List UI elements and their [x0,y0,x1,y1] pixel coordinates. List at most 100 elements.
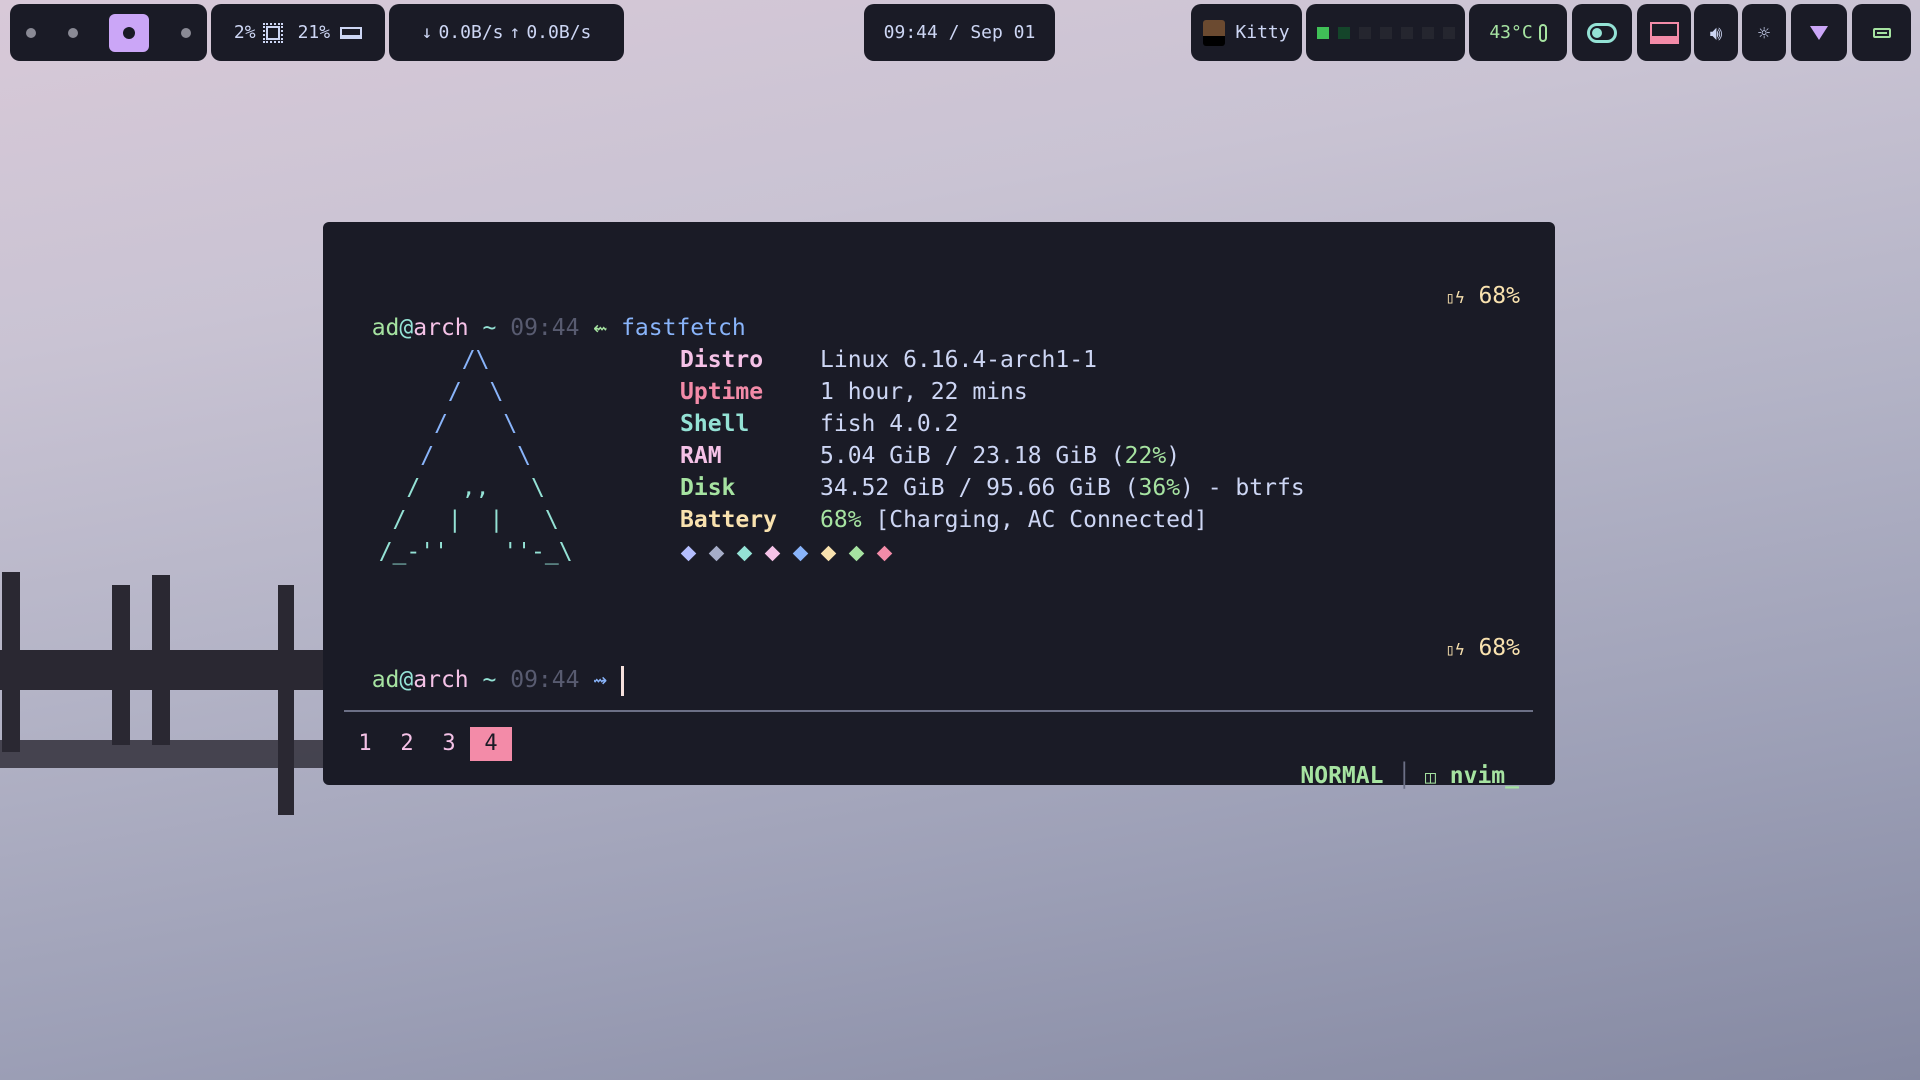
info-value: Linux 6.16.4-arch1-1 [820,347,1097,373]
battery-button[interactable] [1852,4,1911,61]
ram-icon [340,26,363,39]
at-sign: @ [399,315,414,341]
pier-post [112,585,130,745]
at-sign: @ [399,667,414,693]
mode-indicator: NORMAL [1300,763,1384,789]
prompt-user: ad [371,315,400,341]
palette-diamond [792,545,809,562]
workspace-2[interactable] [67,27,78,38]
cursor [621,665,625,696]
wifi-button[interactable] [1791,4,1847,61]
indicator [1337,26,1350,39]
tab-2[interactable]: 2 [386,727,428,761]
pier-post [2,572,20,752]
ram-usage: 21% [297,22,331,43]
prompt-dir: ~ [482,667,497,693]
logo-line: / \ [351,443,532,469]
arch-logo: /\ / \ / \ / \ / ,, \ / | | \ /_-'' ''-_… [351,344,573,568]
tab-3[interactable]: 3 [428,727,470,761]
info-label: Uptime [680,379,764,405]
thermometer-icon [1538,23,1547,42]
logo-line: / \ [351,379,504,405]
palette-diamond [848,545,865,562]
battery-charging-icon: ▯ϟ [1445,288,1465,307]
cpu-usage: 2% [233,22,256,43]
battery-percent: 68% [1478,635,1520,661]
statusline-divider [344,710,1533,712]
brightness-icon: ☼ [1757,20,1771,45]
pier-post [152,575,170,745]
info-disk: Disk 34.52 GiB / 95.66 GiB (36%) - btrfs [680,472,1305,504]
toggle-button[interactable] [1572,4,1632,61]
indicator [1400,26,1413,39]
fastfetch-info: Distro Linux 6.16.4-arch1-1 Uptime 1 hour,… [680,344,1305,568]
battery-indicator-1: ▯ϟ 68% [1445,280,1520,314]
info-value: ) [1166,443,1181,469]
prompt-time: 09:44 [510,315,580,341]
wallpaper-button[interactable] [1637,4,1691,61]
info-uptime: Uptime 1 hour, 22 mins [680,376,1305,408]
info-label: Shell [680,411,750,437]
workspace-3-active[interactable] [109,13,150,52]
wifi-icon [1810,25,1828,40]
indicator [1421,26,1434,39]
battery-charging-icon: ▯ϟ [1445,640,1465,659]
palette-diamond [708,545,725,562]
separator: │ [1397,763,1412,789]
info-value: ) - btrfs [1180,475,1305,501]
battery-icon [1872,27,1891,38]
pier-post [278,585,294,815]
indicator [1442,26,1455,39]
volume-button[interactable]: 🔊︎ [1694,4,1738,61]
info-label: Disk [680,475,736,501]
prompt-host: arch [413,315,469,341]
clock[interactable]: 09:44 / Sep 01 [864,4,1055,61]
active-window-widget: Kitty [1191,4,1302,61]
logo-line: /\ [351,347,490,373]
info-distro: Distro Linux 6.16.4-arch1-1 [680,344,1305,376]
palette-diamond [876,545,893,562]
volume-icon: 🔊︎ [1709,20,1723,45]
system-usage-widget: 2% 21% [211,4,385,61]
cpu-icon [262,22,283,43]
prompt-host: arch [413,667,469,693]
prompt-arrow-icon: ⇝ [593,667,608,693]
color-palette [680,536,1305,568]
palette-diamond [680,545,697,562]
battery-percent: 68% [1478,283,1520,309]
image-icon [1649,21,1679,44]
pier-reflection [0,740,323,768]
terminal-window[interactable]: ad@arch ~ 09:44 ⇜ fastfetch ▯ϟ 68% /\ / … [323,222,1555,789]
info-ram: RAM 5.04 GiB / 23.18 GiB (22%) [680,440,1305,472]
temperature-value: 43°C [1489,22,1533,43]
prompt-time: 09:44 [510,667,580,693]
logo-line: /_-'' ''-_\ [351,539,573,565]
indicator [1379,26,1392,39]
prompt-arrow-icon: ⇜ [593,315,608,341]
network-widget: ↓ 0.0B/s ↑ 0.0B/s [389,4,624,61]
tab-1[interactable]: 1 [344,727,386,761]
info-percent: 22% [1124,443,1167,469]
statusline-right: NORMAL │ ◫ nvim_ [1273,728,1519,826]
prompt-command: fastfetch [621,315,746,341]
logo-line: / | | \ [351,507,559,533]
workspace-1[interactable] [25,27,36,38]
palette-diamond [764,545,781,562]
layout-icon: ◫ [1425,767,1436,788]
info-label: Battery [680,507,777,533]
prompt-user: ad [371,667,400,693]
prompt-line-2[interactable]: ad@arch ~ 09:44 ⇝ [344,632,625,728]
upload-speed: 0.0B/s [526,22,592,43]
info-label: Distro [680,347,764,373]
tab-4-active[interactable]: 4 [470,727,512,761]
logo-line: / ,, \ [351,475,545,501]
info-value: 5.04 GiB / 23.18 GiB ( [820,443,1125,469]
workspace-4[interactable] [181,27,192,38]
brightness-button[interactable]: ☼ [1742,4,1786,61]
upload-arrow-icon: ↑ [509,22,521,43]
info-shell: Shell fish 4.0.2 [680,408,1305,440]
download-speed: 0.0B/s [438,22,504,43]
session-name: nvim_ [1449,763,1519,789]
workspaces-widget [10,4,207,61]
info-value: [Charging, AC Connected] [861,507,1208,533]
